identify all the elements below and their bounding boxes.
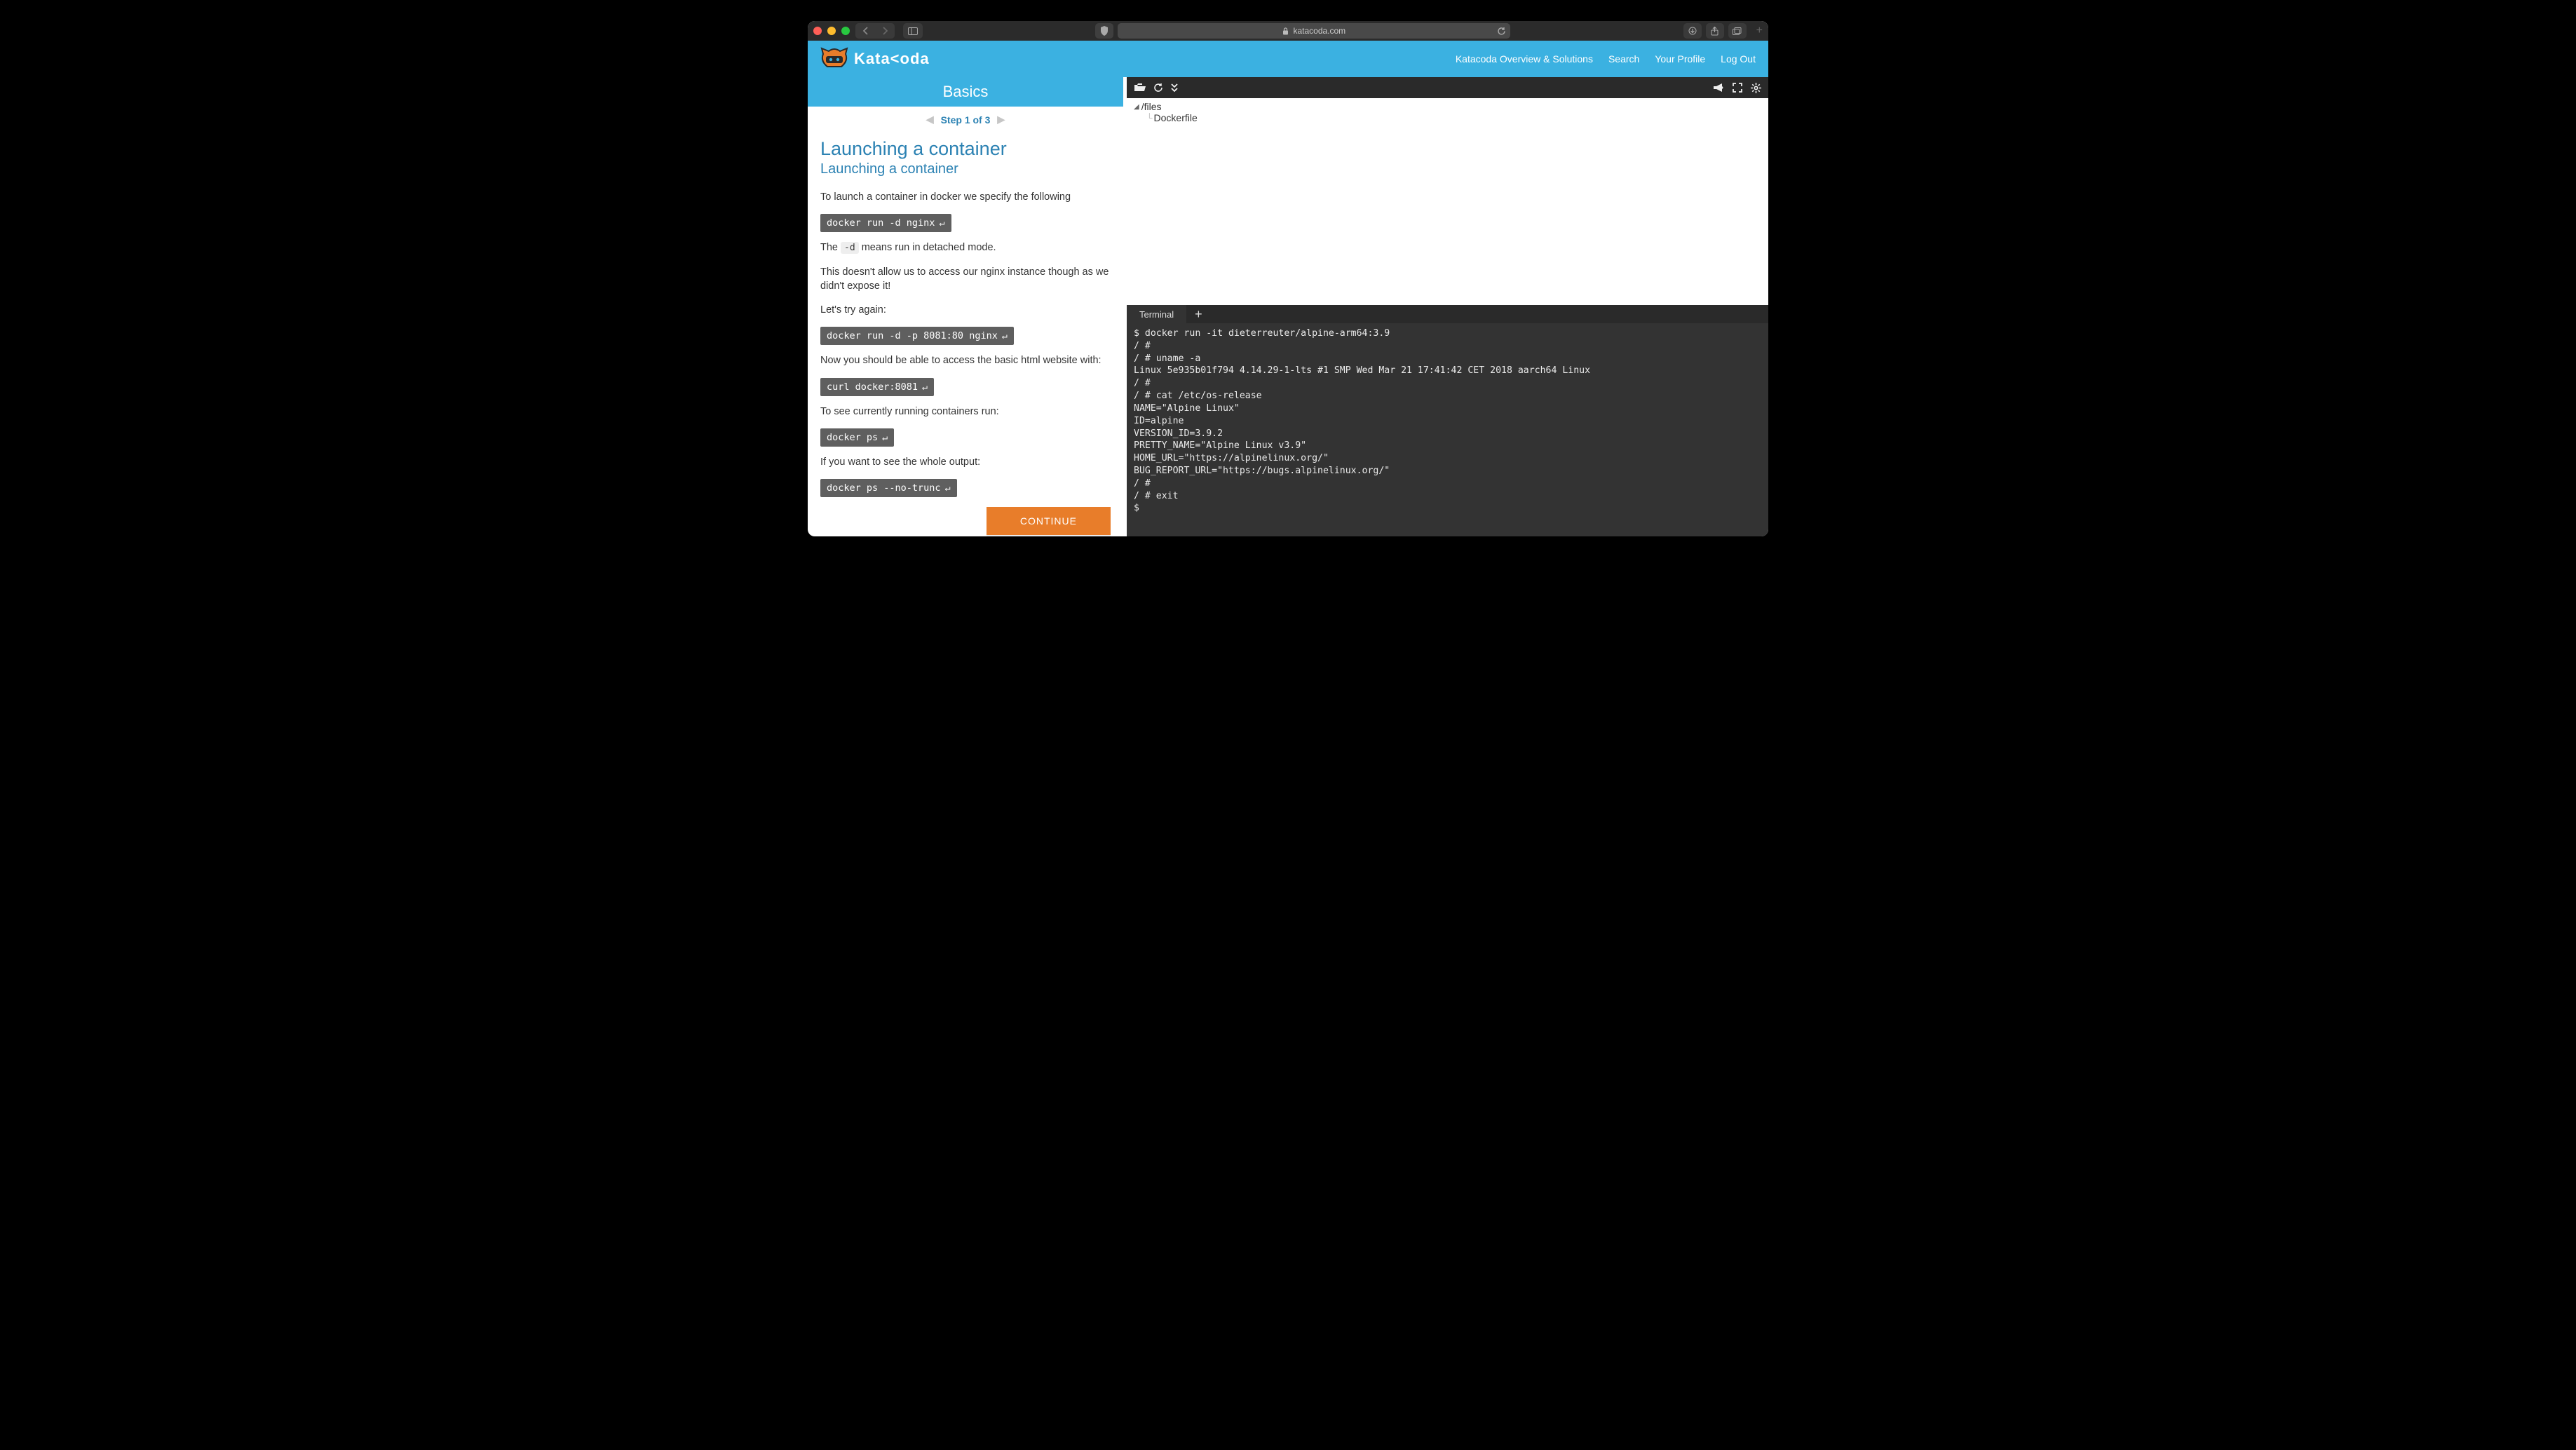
folder-row[interactable]: ◢ /files xyxy=(1134,101,1761,112)
maximize-window-button[interactable] xyxy=(841,27,850,35)
caret-down-icon: ◢ xyxy=(1134,103,1139,111)
nav-overview[interactable]: Katacoda Overview & Solutions xyxy=(1456,53,1593,65)
step-bar: ◀ Step 1 of 3 ▶ xyxy=(808,107,1123,133)
browser-toolbar: katacoda.com + xyxy=(808,21,1768,41)
privacy-shield-button[interactable] xyxy=(1095,23,1113,39)
code-curl[interactable]: curl docker:8081↵ xyxy=(820,378,934,396)
katacoda-logo[interactable]: Kata<oda xyxy=(820,47,930,71)
ps-paragraph: To see currently running containers run: xyxy=(820,405,1111,419)
enter-icon: ↵ xyxy=(939,217,944,229)
window-traffic-lights xyxy=(813,27,850,35)
step-indicator[interactable]: Step 1 of 3 xyxy=(941,114,991,126)
code-run-with-port[interactable]: docker run -d -p 8081:80 nginx↵ xyxy=(820,327,1014,345)
content-heading: Launching a container xyxy=(820,138,1111,160)
sidebar-toggle-button[interactable] xyxy=(903,23,923,39)
access-paragraph: Now you should be able to access the bas… xyxy=(820,353,1111,367)
share-icon xyxy=(1711,27,1719,36)
enter-icon: ↵ xyxy=(922,381,928,393)
minimize-window-button[interactable] xyxy=(827,27,836,35)
nav-profile[interactable]: Your Profile xyxy=(1655,53,1705,65)
filetree-toolbar xyxy=(1127,77,1768,98)
file-row[interactable]: └ Dockerfile xyxy=(1146,112,1761,123)
back-button[interactable] xyxy=(855,23,875,39)
code-docker-ps[interactable]: docker ps↵ xyxy=(820,428,894,447)
continue-button[interactable]: CONTINUE xyxy=(987,507,1111,535)
fullscreen-button[interactable] xyxy=(1733,83,1742,93)
megaphone-icon xyxy=(1713,83,1724,93)
terminal-tab[interactable]: Terminal xyxy=(1127,305,1186,323)
refresh-files-button[interactable] xyxy=(1153,83,1163,93)
lesson-title: Basics xyxy=(808,77,1123,107)
tabs-icon xyxy=(1733,27,1742,35)
shield-icon xyxy=(1100,26,1109,36)
open-folder-button[interactable] xyxy=(1134,83,1146,93)
katacoda-mascot-icon xyxy=(820,47,848,71)
brand-text: Kata<oda xyxy=(854,50,930,68)
flag-d-code: -d xyxy=(841,242,859,254)
enter-icon: ↵ xyxy=(945,482,951,494)
close-window-button[interactable] xyxy=(813,27,822,35)
katacoda-header: Kata<oda Katacoda Overview & Solutions S… xyxy=(808,41,1768,77)
url-text: katacoda.com xyxy=(1293,26,1345,36)
try-again-paragraph: Let's try again: xyxy=(820,303,1111,317)
gear-icon xyxy=(1751,83,1761,93)
collapse-all-button[interactable] xyxy=(1170,83,1179,93)
downloads-button[interactable] xyxy=(1683,23,1702,39)
sidebar-icon xyxy=(908,27,918,35)
nav-search[interactable]: Search xyxy=(1608,53,1639,65)
reload-icon xyxy=(1497,27,1506,36)
main-split: Basics ◀ Step 1 of 3 ▶ Launching a conta… xyxy=(808,77,1768,536)
no-expose-paragraph: This doesn't allow us to access our ngin… xyxy=(820,265,1111,294)
trunc-paragraph: If you want to see the whole output: xyxy=(820,455,1111,469)
double-chevron-down-icon xyxy=(1170,83,1179,93)
tree-branch-icon: └ xyxy=(1146,113,1153,123)
code-docker-ps-notrunc[interactable]: docker ps --no-trunc↵ xyxy=(820,479,957,497)
intro-paragraph: To launch a container in docker we speci… xyxy=(820,190,1111,204)
url-field[interactable]: katacoda.com xyxy=(1118,23,1510,39)
folder-name: /files xyxy=(1141,101,1162,112)
download-icon xyxy=(1688,27,1697,35)
detached-paragraph: The -d means run in detached mode. xyxy=(820,240,1111,255)
prev-step-button[interactable]: ◀ xyxy=(926,114,934,126)
refresh-icon xyxy=(1153,83,1163,93)
forward-button[interactable] xyxy=(875,23,895,39)
file-name: Dockerfile xyxy=(1154,112,1198,123)
new-tab-button[interactable]: + xyxy=(1756,25,1763,37)
nav-logout[interactable]: Log Out xyxy=(1721,53,1756,65)
workspace-panel: ◢ /files └ Dockerfile Terminal + $ docke… xyxy=(1127,77,1768,536)
enter-icon: ↵ xyxy=(1002,330,1008,341)
share-button[interactable] xyxy=(1706,23,1724,39)
file-tree[interactable]: ◢ /files └ Dockerfile xyxy=(1127,98,1768,305)
lock-icon xyxy=(1282,27,1289,35)
terminal-tabs: Terminal + xyxy=(1127,305,1768,323)
announcements-button[interactable] xyxy=(1713,83,1724,93)
instructions-panel: Basics ◀ Step 1 of 3 ▶ Launching a conta… xyxy=(808,77,1127,536)
add-terminal-button[interactable]: + xyxy=(1186,305,1211,323)
chevron-right-icon xyxy=(882,27,888,35)
folder-open-icon xyxy=(1134,83,1146,93)
expand-icon xyxy=(1733,83,1742,93)
terminal-output[interactable]: $ docker run -it dieterreuter/alpine-arm… xyxy=(1127,323,1768,536)
browser-window: katacoda.com + xyxy=(808,21,1768,536)
tabs-button[interactable] xyxy=(1728,23,1747,39)
reload-button[interactable] xyxy=(1497,27,1506,36)
enter-icon: ↵ xyxy=(882,432,888,443)
next-step-button[interactable]: ▶ xyxy=(997,114,1005,126)
top-nav: Katacoda Overview & Solutions Search You… xyxy=(1456,53,1756,65)
lesson-content: Launching a container Launching a contai… xyxy=(808,133,1123,536)
chevron-left-icon xyxy=(862,27,869,35)
content-subheading: Launching a container xyxy=(820,161,1111,177)
settings-button[interactable] xyxy=(1751,83,1761,93)
code-run-nginx[interactable]: docker run -d nginx↵ xyxy=(820,214,951,232)
